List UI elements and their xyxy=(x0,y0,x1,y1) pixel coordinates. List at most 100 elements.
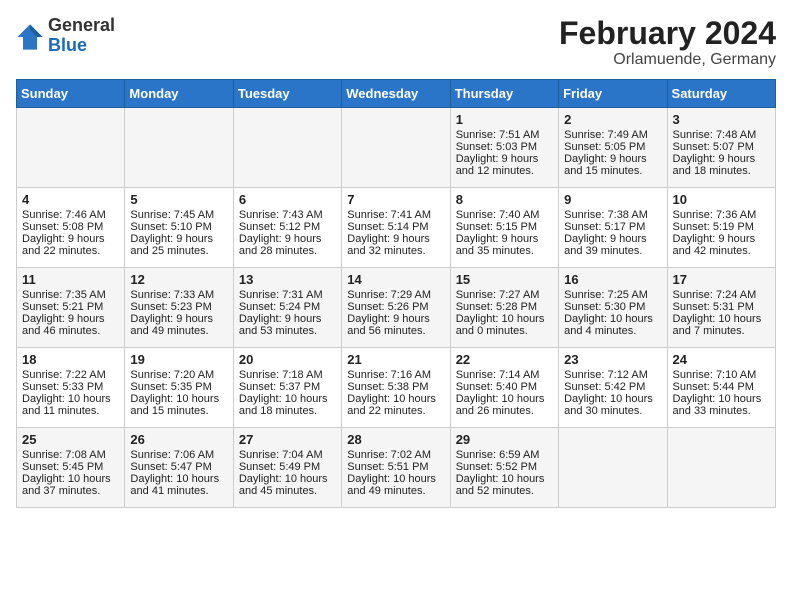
cell-content: Sunrise: 7:20 AM xyxy=(130,369,227,381)
cell-content: Daylight: 9 hours xyxy=(564,153,661,165)
day-number: 25 xyxy=(22,432,119,447)
cell-content: Sunrise: 7:51 AM xyxy=(456,129,553,141)
cell-content: Sunrise: 7:27 AM xyxy=(456,289,553,301)
cell-content: Daylight: 9 hours xyxy=(347,313,444,325)
cell-content: and 0 minutes. xyxy=(456,325,553,337)
calendar-cell xyxy=(125,108,233,188)
cell-content: Sunset: 5:23 PM xyxy=(130,301,227,313)
cell-content: Sunrise: 7:45 AM xyxy=(130,209,227,221)
cell-content: and 15 minutes. xyxy=(564,165,661,177)
day-number: 24 xyxy=(673,352,770,367)
day-number: 27 xyxy=(239,432,336,447)
cell-content: Sunset: 5:45 PM xyxy=(22,461,119,473)
cell-content: Sunset: 5:49 PM xyxy=(239,461,336,473)
cell-content: Daylight: 9 hours xyxy=(239,313,336,325)
cell-content: and 53 minutes. xyxy=(239,325,336,337)
cell-content: Sunrise: 7:36 AM xyxy=(673,209,770,221)
calendar-cell: 25Sunrise: 7:08 AMSunset: 5:45 PMDayligh… xyxy=(17,428,125,508)
cell-content: Daylight: 10 hours xyxy=(347,393,444,405)
logo-text: General Blue xyxy=(48,16,115,56)
day-number: 15 xyxy=(456,272,553,287)
logo-icon xyxy=(16,23,44,51)
day-number: 16 xyxy=(564,272,661,287)
cell-content: Sunrise: 7:49 AM xyxy=(564,129,661,141)
cell-content: Sunrise: 7:16 AM xyxy=(347,369,444,381)
cell-content: Sunrise: 7:48 AM xyxy=(673,129,770,141)
calendar-cell: 14Sunrise: 7:29 AMSunset: 5:26 PMDayligh… xyxy=(342,268,450,348)
calendar-subtitle: Orlamuende, Germany xyxy=(559,51,776,69)
calendar-week: 18Sunrise: 7:22 AMSunset: 5:33 PMDayligh… xyxy=(17,348,776,428)
calendar-cell: 2Sunrise: 7:49 AMSunset: 5:05 PMDaylight… xyxy=(559,108,667,188)
cell-content: and 18 minutes. xyxy=(673,165,770,177)
calendar-cell: 15Sunrise: 7:27 AMSunset: 5:28 PMDayligh… xyxy=(450,268,558,348)
cell-content: Daylight: 9 hours xyxy=(130,313,227,325)
calendar-cell: 3Sunrise: 7:48 AMSunset: 5:07 PMDaylight… xyxy=(667,108,775,188)
day-number: 10 xyxy=(673,192,770,207)
calendar-week: 1Sunrise: 7:51 AMSunset: 5:03 PMDaylight… xyxy=(17,108,776,188)
cell-content: Sunrise: 7:25 AM xyxy=(564,289,661,301)
header-day: Thursday xyxy=(450,80,558,108)
day-number: 1 xyxy=(456,112,553,127)
cell-content: Sunrise: 7:41 AM xyxy=(347,209,444,221)
cell-content: Daylight: 9 hours xyxy=(347,233,444,245)
cell-content: Daylight: 10 hours xyxy=(239,473,336,485)
day-number: 12 xyxy=(130,272,227,287)
logo-general: General xyxy=(48,16,115,36)
calendar-cell: 5Sunrise: 7:45 AMSunset: 5:10 PMDaylight… xyxy=(125,188,233,268)
cell-content: Sunrise: 7:38 AM xyxy=(564,209,661,221)
header-day: Tuesday xyxy=(233,80,341,108)
cell-content: and 35 minutes. xyxy=(456,245,553,257)
calendar-cell: 16Sunrise: 7:25 AMSunset: 5:30 PMDayligh… xyxy=(559,268,667,348)
cell-content: and 30 minutes. xyxy=(564,405,661,417)
cell-content: and 4 minutes. xyxy=(564,325,661,337)
cell-content: and 11 minutes. xyxy=(22,405,119,417)
cell-content: and 42 minutes. xyxy=(673,245,770,257)
calendar-cell xyxy=(233,108,341,188)
cell-content: Daylight: 10 hours xyxy=(456,473,553,485)
cell-content: Sunset: 5:52 PM xyxy=(456,461,553,473)
calendar-week: 11Sunrise: 7:35 AMSunset: 5:21 PMDayligh… xyxy=(17,268,776,348)
cell-content: and 7 minutes. xyxy=(673,325,770,337)
calendar-cell xyxy=(342,108,450,188)
calendar-cell: 4Sunrise: 7:46 AMSunset: 5:08 PMDaylight… xyxy=(17,188,125,268)
cell-content: and 22 minutes. xyxy=(22,245,119,257)
calendar-cell: 9Sunrise: 7:38 AMSunset: 5:17 PMDaylight… xyxy=(559,188,667,268)
calendar-header: SundayMondayTuesdayWednesdayThursdayFrid… xyxy=(17,80,776,108)
calendar-cell: 10Sunrise: 7:36 AMSunset: 5:19 PMDayligh… xyxy=(667,188,775,268)
cell-content: and 56 minutes. xyxy=(347,325,444,337)
calendar-table: SundayMondayTuesdayWednesdayThursdayFrid… xyxy=(16,79,776,508)
cell-content: and 15 minutes. xyxy=(130,405,227,417)
cell-content: Sunset: 5:30 PM xyxy=(564,301,661,313)
day-number: 4 xyxy=(22,192,119,207)
calendar-cell: 12 Sunrise: 7:33 AMSunset: 5:23 PMDayligh… xyxy=(125,268,233,348)
cell-content: Daylight: 9 hours xyxy=(673,153,770,165)
cell-content: Daylight: 9 hours xyxy=(22,313,119,325)
calendar-cell: 19Sunrise: 7:20 AMSunset: 5:35 PMDayligh… xyxy=(125,348,233,428)
cell-content: Sunset: 5:24 PM xyxy=(239,301,336,313)
header-day: Monday xyxy=(125,80,233,108)
calendar-cell xyxy=(559,428,667,508)
calendar-cell: 23Sunrise: 7:12 AMSunset: 5:42 PMDayligh… xyxy=(559,348,667,428)
cell-content: Sunrise: 7:31 AM xyxy=(239,289,336,301)
cell-content: Sunrise: 7:02 AM xyxy=(347,449,444,461)
day-number: 2 xyxy=(564,112,661,127)
calendar-cell: 29Sunrise: 6:59 AMSunset: 5:52 PMDayligh… xyxy=(450,428,558,508)
day-number: 11 xyxy=(22,272,119,287)
cell-content: Sunrise: 7:22 AM xyxy=(22,369,119,381)
day-number: 3 xyxy=(673,112,770,127)
day-number: 18 xyxy=(22,352,119,367)
cell-content: Sunrise: 7:14 AM xyxy=(456,369,553,381)
cell-content: Sunrise: 7:33 AM xyxy=(130,289,227,301)
cell-content: Daylight: 9 hours xyxy=(456,233,553,245)
cell-content: Daylight: 10 hours xyxy=(673,313,770,325)
cell-content: Sunset: 5:37 PM xyxy=(239,381,336,393)
cell-content: Sunrise: 7:29 AM xyxy=(347,289,444,301)
cell-content: and 26 minutes. xyxy=(456,405,553,417)
logo-blue: Blue xyxy=(48,36,115,56)
day-number: 13 xyxy=(239,272,336,287)
day-number: 6 xyxy=(239,192,336,207)
cell-content: and 37 minutes. xyxy=(22,485,119,497)
page-header: General Blue February 2024 Orlamuende, G… xyxy=(16,16,776,69)
calendar-cell: 1Sunrise: 7:51 AMSunset: 5:03 PMDaylight… xyxy=(450,108,558,188)
cell-content: and 49 minutes. xyxy=(130,325,227,337)
